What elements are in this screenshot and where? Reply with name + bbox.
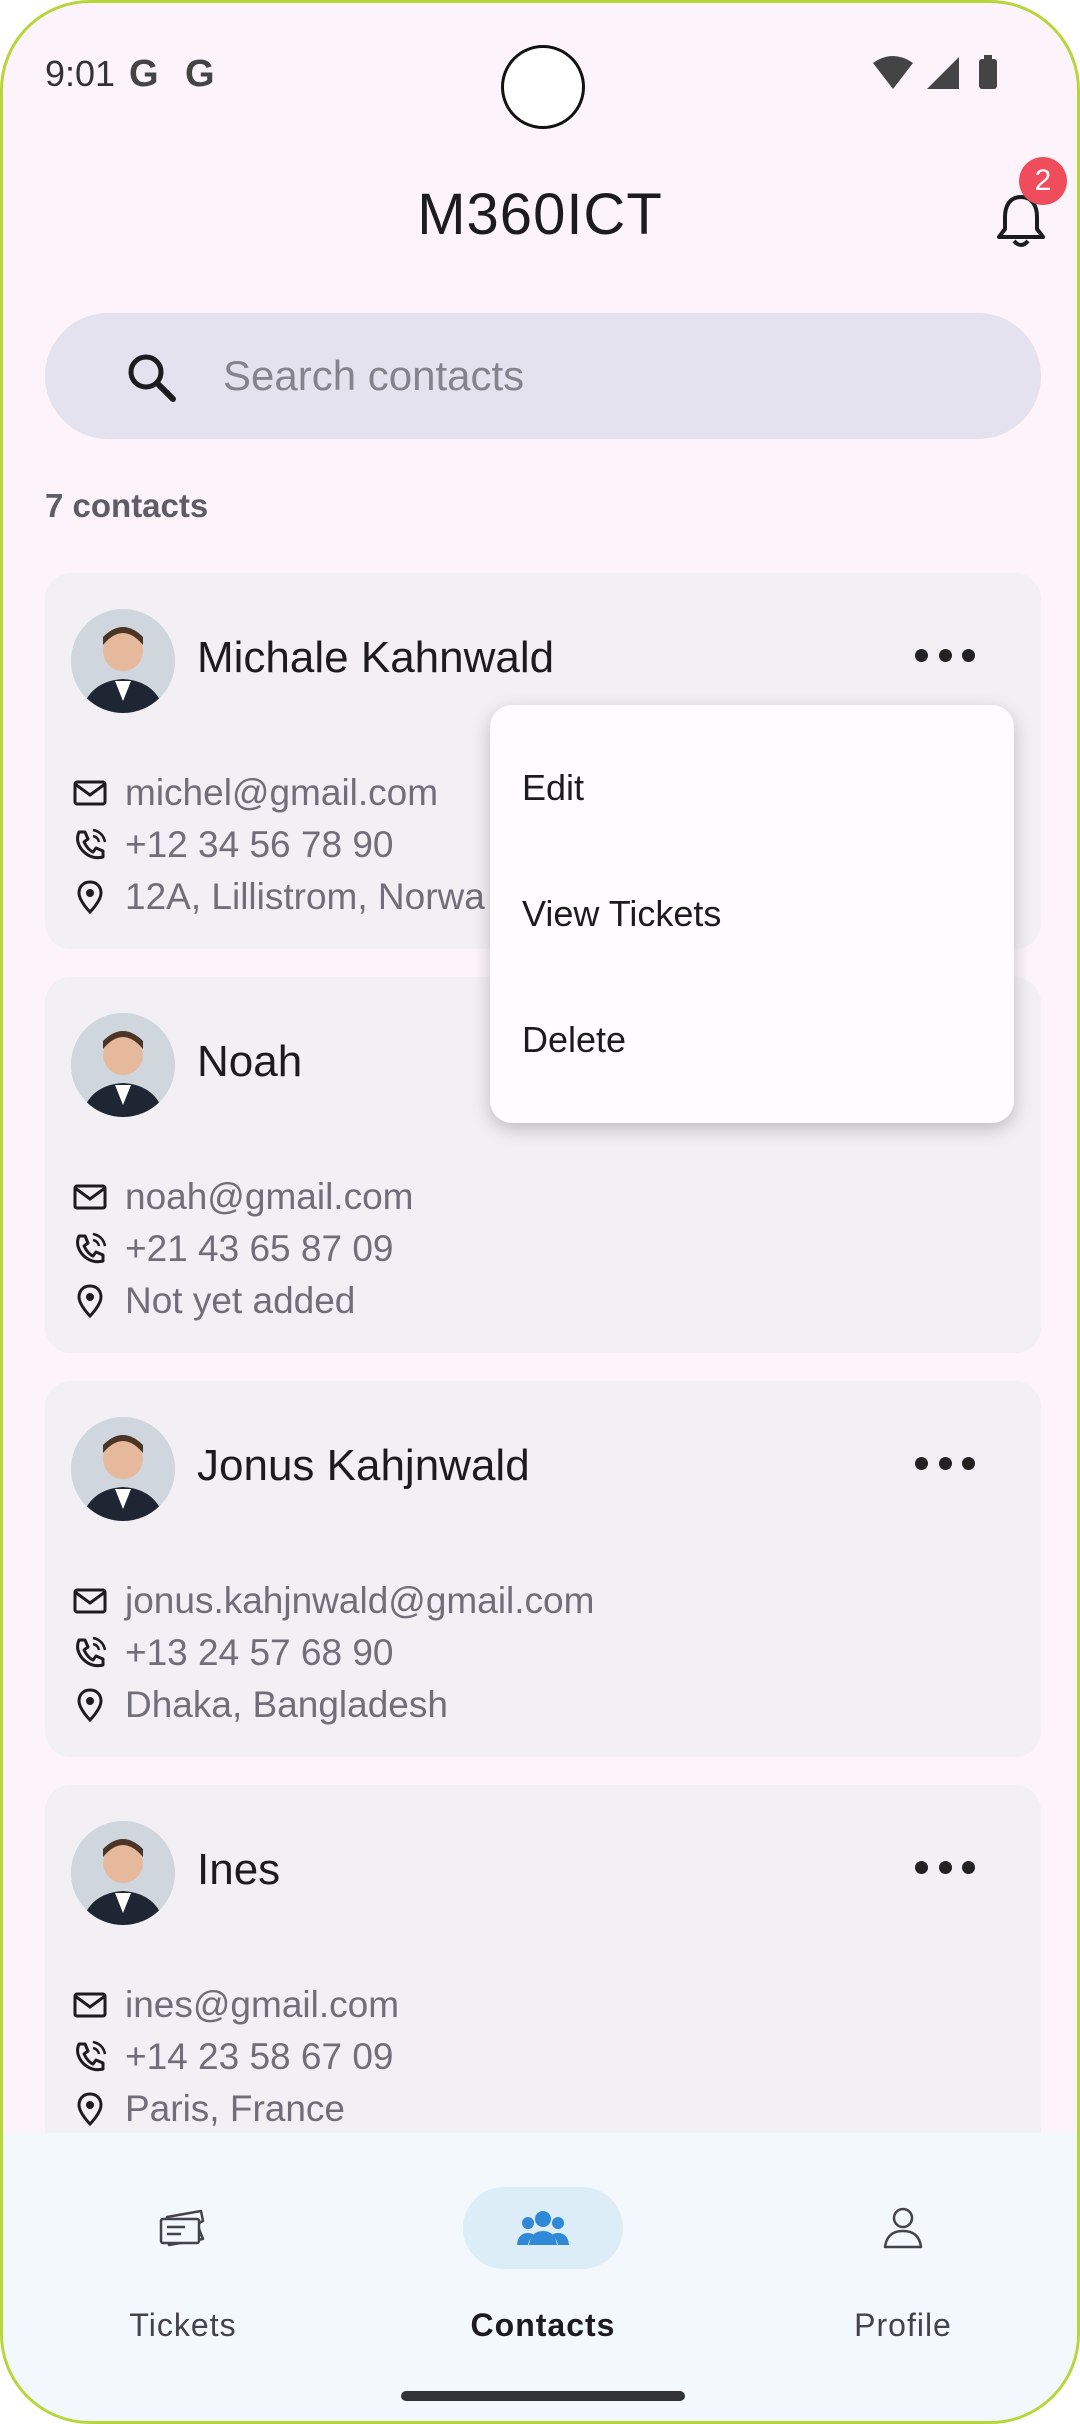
google-icon: G [185, 53, 215, 95]
contact-address: 12A, Lillistrom, Norwa [125, 876, 485, 917]
nav-label-tickets: Tickets [129, 2307, 237, 2343]
contact-phone: +12 34 56 78 90 [125, 824, 394, 865]
contact-phone-row: +14 23 58 67 09 [71, 2033, 394, 2081]
contact-phone-row: +12 34 56 78 90 [71, 821, 394, 869]
camera-cutout [501, 45, 585, 129]
location-pin-icon [77, 1284, 103, 1319]
contact-phone-row: +13 24 57 68 90 [71, 1629, 394, 1677]
contact-address: Dhaka, Bangladesh [125, 1684, 448, 1725]
contact-email: noah@gmail.com [125, 1176, 414, 1217]
contact-card[interactable]: Ines ines@gmail.com +14 23 58 67 09 Pari… [45, 1785, 1041, 2133]
avatar [71, 1013, 175, 1117]
search-bar[interactable] [45, 313, 1041, 439]
phone-icon [76, 2040, 107, 2072]
location-pin-icon [77, 1688, 103, 1723]
contact-email: ines@gmail.com [125, 1984, 400, 2025]
phone-icon [76, 828, 107, 860]
ticket-icon [159, 2209, 205, 2247]
contact-email-row: michel@gmail.com [71, 769, 438, 817]
search-input[interactable] [223, 343, 983, 409]
battery-icon [979, 59, 997, 89]
contact-phone-row: +21 43 65 87 09 [71, 1225, 394, 1273]
avatar [71, 1417, 175, 1521]
contact-address-row: Not yet added [71, 1277, 355, 1325]
contact-email: jonus.kahjnwald@gmail.com [125, 1580, 595, 1621]
signal-icon [927, 57, 959, 89]
home-indicator[interactable] [401, 2391, 685, 2401]
people-icon [517, 2211, 569, 2245]
contact-address: Paris, France [125, 2088, 346, 2129]
contact-address-row: Dhaka, Bangladesh [71, 1681, 448, 1729]
contact-phone: +14 23 58 67 09 [125, 2036, 394, 2077]
nav-item-profile[interactable]: Profile [793, 2187, 1013, 2387]
nav-item-tickets[interactable]: Tickets [73, 2187, 293, 2387]
nav-label-profile: Profile [854, 2307, 952, 2343]
phone-screen: 9:01 G G M360ICT 2 7 contacts Mic [0, 0, 1080, 2424]
nav-label-contacts: Contacts [470, 2307, 616, 2343]
contact-phone: +21 43 65 87 09 [125, 1228, 394, 1269]
menu-item-delete[interactable]: Delete [522, 1019, 626, 1061]
more-options-button[interactable] [915, 1443, 975, 1483]
phone-icon [76, 1232, 107, 1264]
contact-address-row: 12A, Lillistrom, Norwa [71, 873, 485, 921]
system-status-icons [873, 55, 997, 89]
contact-card[interactable]: Jonus Kahjnwald jonus.kahjnwald@gmail.co… [45, 1381, 1041, 1757]
person-icon [883, 2207, 923, 2249]
contact-email-row: ines@gmail.com [71, 1981, 399, 2029]
app-title: M360ICT [417, 182, 663, 247]
google-icon: G [129, 53, 159, 95]
menu-item-edit[interactable]: Edit [522, 767, 584, 809]
phone-icon [76, 1636, 107, 1668]
contact-phone: +13 24 57 68 90 [125, 1632, 394, 1673]
status-time: 9:01 [45, 53, 116, 94]
contacts-count: 7 contacts [45, 487, 209, 524]
contact-options-menu: Edit View Tickets Delete [490, 705, 1014, 1123]
contact-name: Ines [197, 1845, 281, 1894]
location-pin-icon [77, 2092, 103, 2127]
wifi-icon [873, 56, 913, 89]
mail-icon [73, 1992, 107, 2018]
contact-name: Noah [197, 1037, 303, 1086]
location-pin-icon [77, 880, 103, 915]
contact-email: michel@gmail.com [125, 772, 439, 813]
contact-name: Jonus Kahjnwald [197, 1441, 530, 1490]
menu-item-view-tickets[interactable]: View Tickets [522, 893, 721, 935]
more-options-button[interactable] [915, 1847, 975, 1887]
avatar [71, 609, 175, 713]
contact-email-row: jonus.kahjnwald@gmail.com [71, 1577, 594, 1625]
nav-item-contacts[interactable]: Contacts [433, 2187, 653, 2387]
search-icon [128, 354, 176, 402]
contact-address: Not yet added [125, 1280, 356, 1321]
avatar [71, 1821, 175, 1925]
mail-icon [73, 1184, 107, 1210]
notification-badge: 2 [1019, 157, 1067, 205]
contact-name: Michale Kahnwald [197, 633, 555, 682]
more-options-button[interactable] [915, 635, 975, 675]
bottom-navigation: Tickets Contacts Profile [3, 2133, 1077, 2421]
status-bar: 9:01 G G [3, 3, 1077, 143]
contact-address-row: Paris, France [71, 2085, 345, 2133]
contact-email-row: noah@gmail.com [71, 1173, 413, 1221]
mail-icon [73, 1588, 107, 1614]
mail-icon [73, 780, 107, 806]
